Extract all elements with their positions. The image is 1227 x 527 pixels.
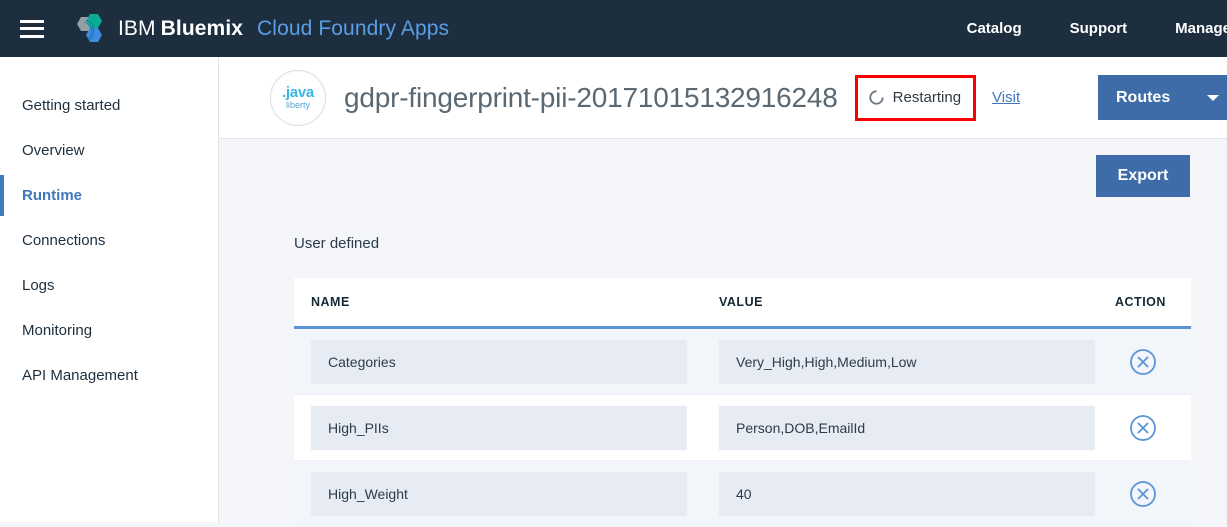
table-row: High_Weight 40	[294, 461, 1191, 527]
nav-link-manage[interactable]: Manage	[1151, 20, 1227, 37]
hamburger-bar	[20, 19, 44, 23]
cell-value[interactable]: Person,DOB,EmailId	[719, 405, 1095, 450]
routes-button-group: Routes	[1098, 57, 1227, 139]
sidebar-item-label: Logs	[22, 277, 55, 294]
brand-title: IBM Bluemix Cloud Foundry Apps	[118, 17, 449, 41]
java-liberty-icon-top: .java	[282, 84, 314, 101]
sidebar-item-overview[interactable]: Overview	[0, 128, 218, 173]
status-badge: Restarting	[854, 74, 977, 121]
table-row: High_PIIs Person,DOB,EmailId	[294, 395, 1191, 461]
sidebar-item-getting-started[interactable]: Getting started	[0, 83, 218, 128]
environment-variables-table: NAME VALUE ACTION Categories Very_High,H…	[294, 278, 1191, 527]
cell-name[interactable]: High_PIIs	[311, 405, 687, 450]
table-header-row: NAME VALUE ACTION	[294, 278, 1191, 329]
routes-dropdown-toggle[interactable]	[1199, 75, 1227, 120]
bluemix-logo-icon[interactable]	[72, 13, 106, 44]
spinner-icon	[869, 90, 884, 105]
page-title: gdpr-fingerprint-pii-20171015132916248	[344, 81, 838, 113]
circle-x-icon	[1130, 348, 1156, 375]
circle-x-icon	[1130, 480, 1156, 507]
sidebar-item-label: Connections	[22, 232, 106, 249]
cell-action	[1095, 414, 1191, 442]
section-label-user-defined: User defined	[294, 235, 380, 252]
brand-bluemix: Bluemix	[160, 16, 244, 40]
sidebar-item-label: Runtime	[22, 187, 82, 204]
cell-name[interactable]: Categories	[311, 339, 687, 384]
visit-link[interactable]: Visit	[992, 89, 1020, 106]
chevron-down-icon	[1207, 94, 1219, 101]
sidebar-item-connections[interactable]: Connections	[0, 218, 218, 263]
top-navigation-links: Catalog Support Manage	[943, 0, 1227, 57]
status-badge-label: Restarting	[892, 89, 962, 106]
app-header: .java liberty gdpr-fingerprint-pii-20171…	[219, 57, 1227, 139]
top-navigation-bar: IBM Bluemix Cloud Foundry Apps Catalog S…	[0, 0, 1227, 57]
hamburger-bar	[20, 34, 44, 38]
sidebar-item-label: API Management	[22, 367, 138, 384]
sidebar-item-api-management[interactable]: API Management	[0, 353, 218, 398]
sidebar-item-label: Overview	[22, 142, 85, 159]
routes-button-label: Routes	[1116, 88, 1171, 106]
circle-x-icon	[1130, 414, 1156, 441]
sidebar-item-monitoring[interactable]: Monitoring	[0, 308, 218, 353]
main-content: Export User defined NAME VALUE ACTION Ca…	[219, 139, 1227, 527]
sidebar-item-label: Monitoring	[22, 322, 93, 339]
sidebar: Getting started Overview Runtime Connect…	[0, 57, 219, 522]
hamburger-bar	[20, 27, 44, 30]
cell-value[interactable]: Very_High,High,Medium,Low	[719, 339, 1095, 384]
cell-value[interactable]: 40	[719, 471, 1095, 516]
java-liberty-icon-bottom: liberty	[285, 100, 310, 110]
cell-action	[1095, 480, 1191, 508]
table-row: Categories Very_High,High,Medium,Low	[294, 329, 1191, 395]
column-header-action: ACTION	[1115, 295, 1166, 309]
export-button[interactable]: Export	[1096, 155, 1190, 197]
column-header-value: VALUE	[719, 295, 763, 309]
cell-action	[1095, 348, 1191, 376]
hamburger-menu-icon[interactable]	[20, 19, 44, 38]
brand-ibm: IBM	[118, 16, 156, 40]
sidebar-item-label: Getting started	[22, 97, 121, 114]
column-header-name: NAME	[311, 295, 350, 309]
sidebar-item-logs[interactable]: Logs	[0, 263, 218, 308]
sidebar-item-runtime[interactable]: Runtime	[0, 173, 218, 218]
nav-link-catalog[interactable]: Catalog	[943, 20, 1046, 37]
brand-product: Cloud Foundry Apps	[257, 16, 450, 40]
java-liberty-icon: .java liberty	[270, 69, 326, 126]
routes-button[interactable]: Routes	[1098, 75, 1208, 120]
cell-name[interactable]: High_Weight	[311, 471, 687, 516]
nav-link-support[interactable]: Support	[1046, 20, 1152, 37]
